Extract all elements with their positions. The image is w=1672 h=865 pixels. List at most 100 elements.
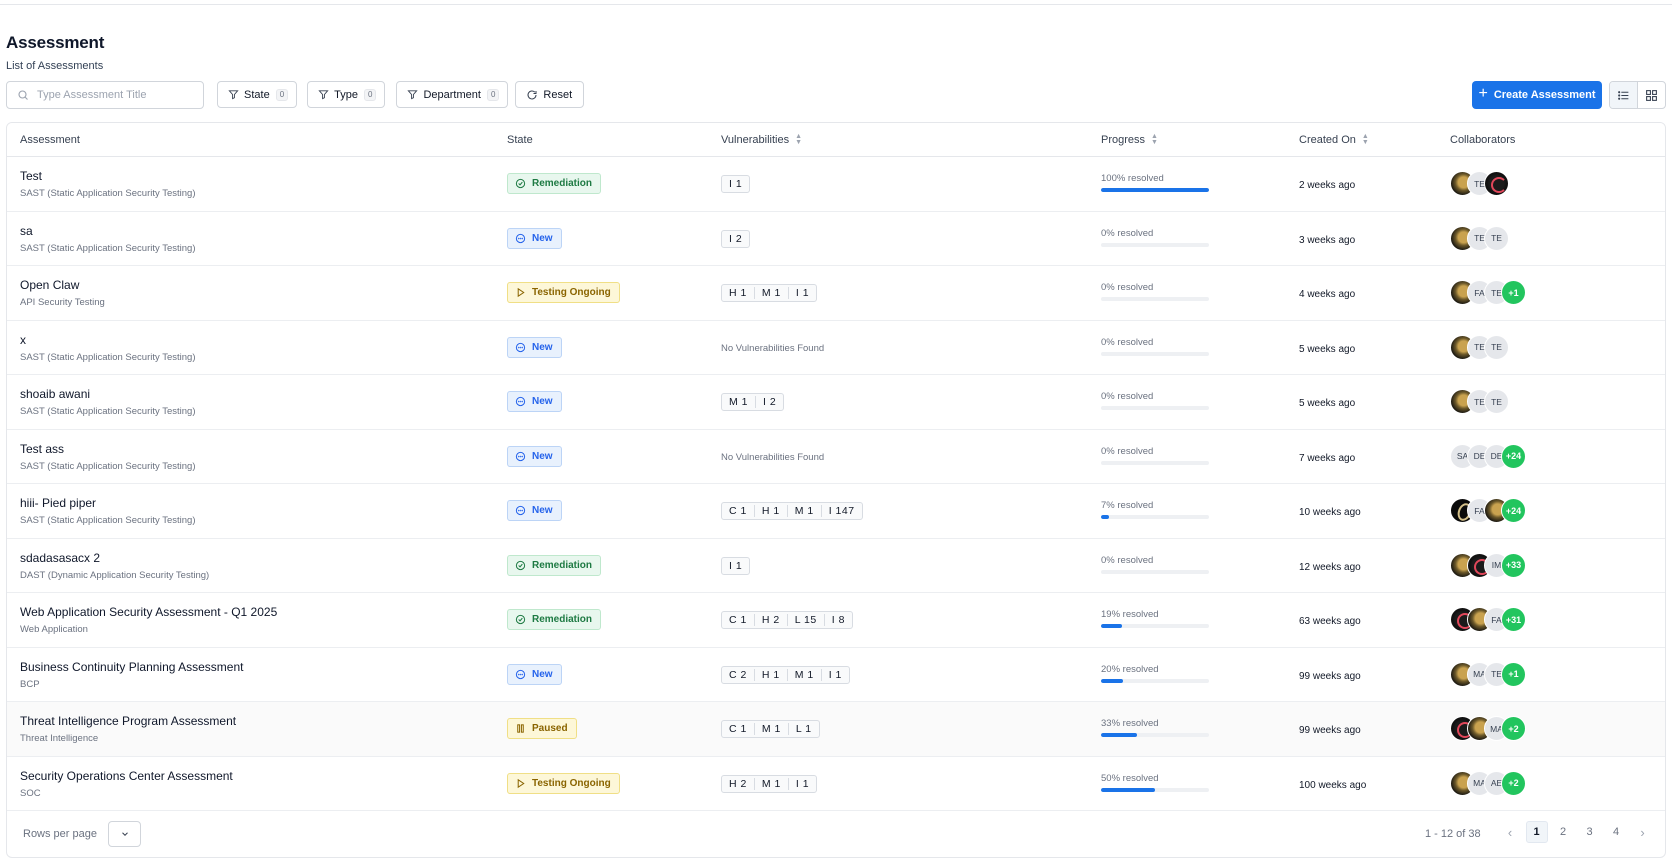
vulnerability-count: I 1 [795, 777, 810, 790]
vulnerability-count: L 15 [788, 614, 825, 626]
assessment-title[interactable]: Test [20, 169, 42, 183]
table-row[interactable]: Threat Intelligence Program Assessment Th… [7, 702, 1665, 757]
vulnerability-summary: I 2 [721, 229, 751, 248]
type-filter-button[interactable]: Type 0 [307, 81, 386, 108]
collaborators[interactable]: SA DE DE +24 [1450, 443, 1526, 470]
more-collaborators-badge: +2 [1501, 716, 1526, 741]
more-collaborators-badge: +31 [1501, 607, 1526, 632]
collaborators[interactable]: TE [1450, 171, 1509, 197]
chevron-left-icon[interactable]: ‹ [1499, 821, 1521, 843]
page-4-button[interactable]: 4 [1605, 821, 1627, 843]
department-filter-button[interactable]: Department 0 [396, 81, 509, 108]
table-row[interactable]: sa SAST (Static Application Security Test… [7, 212, 1665, 266]
page-2-button[interactable]: 2 [1552, 821, 1574, 843]
page-1-button[interactable]: 1 [1525, 821, 1548, 843]
no-vulnerabilities-text: No Vulnerabilities Found [721, 342, 825, 354]
avatar: TE [1484, 389, 1509, 414]
progress-fill [1101, 624, 1122, 628]
table-row[interactable]: Test ass SAST (Static Application Securit… [7, 430, 1665, 484]
collaborators[interactable]: TE TE [1450, 389, 1509, 415]
assessment-title[interactable]: sa [20, 224, 33, 238]
table-row[interactable]: Security Operations Center Assessment SOC… [7, 757, 1665, 811]
created-on: 5 weeks ago [1299, 343, 1356, 355]
progress: 33% resolved [1101, 718, 1211, 737]
assessment-title[interactable]: Security Operations Center Assessment [20, 769, 233, 783]
progress-bar [1101, 188, 1209, 192]
search-input[interactable] [37, 88, 197, 101]
filter-count-badge: 0 [486, 88, 500, 101]
assessment-title[interactable]: hiii- Pied piper [20, 496, 96, 510]
assessment-title[interactable]: Test ass [20, 442, 64, 456]
assessment-title[interactable]: Open Claw [20, 278, 79, 292]
progress-label: 0% resolved [1101, 554, 1154, 566]
created-on: 99 weeks ago [1299, 670, 1361, 682]
created-on: 3 weeks ago [1299, 234, 1356, 246]
assessment-title[interactable]: sdadasasacx 2 [20, 551, 100, 565]
dots-circle-icon [515, 505, 526, 516]
status-label: New [532, 668, 553, 680]
collaborators[interactable]: TE TE [1450, 334, 1509, 361]
assessment-title[interactable]: x [20, 333, 26, 347]
vulnerability-summary: C 1H 2L 15 I 8 [721, 611, 853, 629]
vulnerability-count: H 1 [722, 287, 755, 299]
column-header-created-on[interactable]: Created On ▲ ▼ [1299, 133, 1369, 146]
progress: 7% resolved [1101, 500, 1211, 519]
vulnerability-count: H 1 [755, 505, 788, 517]
grid-view-button[interactable] [1638, 82, 1665, 108]
progress: 0% resolved [1101, 391, 1211, 410]
created-on: 4 weeks ago [1299, 289, 1356, 300]
collaborators[interactable]: IM +33 [1450, 552, 1526, 579]
assessment-title[interactable]: Business Continuity Planning Assessment [20, 660, 243, 674]
collaborators[interactable]: MA AE +2 [1450, 770, 1526, 797]
table-row[interactable]: x SAST (Static Application Security Testi… [7, 321, 1665, 375]
collaborators[interactable]: FA +31 [1450, 607, 1526, 633]
filter-count-badge: 0 [275, 88, 289, 101]
list-view-button[interactable] [1610, 82, 1638, 108]
sort-icon: ▲ ▼ [1361, 133, 1369, 146]
vulnerability-count: M 1 [722, 396, 757, 408]
collaborators[interactable]: FA +24 [1450, 498, 1526, 524]
collaborators[interactable]: MA TE +1 [1450, 661, 1526, 688]
progress-bar [1101, 242, 1209, 247]
table-row[interactable]: Web Application Security Assessment - Q1… [7, 593, 1665, 648]
table-row[interactable]: Business Continuity Planning Assessment B… [7, 648, 1665, 702]
table-header: Assessment State Vulnerabilities ▲ ▼ Progr… [7, 123, 1665, 157]
vulnerability-count: C 1 [722, 614, 755, 626]
assessment-type: SAST (Static Application Security Testin… [20, 406, 196, 417]
dots-circle-icon [515, 669, 526, 679]
column-header-assessment: Assessment [20, 134, 80, 146]
table-row[interactable]: hiii- Pied piper SAST (Static Application… [7, 484, 1665, 539]
sort-icon: ▲ ▼ [795, 133, 803, 146]
table-row[interactable]: Test SAST (Static Application Security Te… [7, 157, 1665, 212]
created-on: 99 weeks ago [1299, 725, 1361, 736]
assessment-title[interactable]: shoaib awani [20, 387, 90, 401]
assessment-title[interactable]: Web Application Security Assessment - Q1… [20, 605, 277, 619]
collaborators[interactable]: FA TE +1 [1450, 280, 1526, 306]
more-collaborators-badge: +33 [1501, 552, 1526, 578]
status-badge: Remediation [507, 173, 602, 194]
assessment-type: SAST (Static Application Security Testin… [20, 515, 196, 526]
chevron-right-icon[interactable]: › [1632, 821, 1654, 843]
state-filter-button[interactable]: State 0 [217, 81, 298, 108]
play-icon [517, 287, 525, 298]
table-row[interactable]: sdadasasacx 2 DAST (Dynamic Application S… [7, 539, 1665, 593]
progress-label: 0% resolved [1101, 282, 1154, 293]
vulnerability-count: C 2 [722, 668, 755, 681]
column-header-vulnerabilities[interactable]: Vulnerabilities ▲ ▼ [721, 133, 803, 146]
rows-per-page-select[interactable] [108, 821, 141, 847]
create-assessment-button[interactable]: + Create Assessment [1472, 81, 1602, 109]
status-label: New [532, 450, 553, 462]
table-row[interactable]: shoaib awani SAST (Static Application Sec… [7, 375, 1665, 430]
page-3-button[interactable]: 3 [1579, 821, 1601, 843]
progress-label: 33% resolved [1101, 718, 1159, 729]
collaborators[interactable]: TE TE [1450, 225, 1509, 252]
column-header-progress[interactable]: Progress ▲ ▼ [1101, 133, 1158, 146]
vulnerability-count: H 1 [755, 668, 788, 681]
search-box[interactable] [6, 80, 204, 109]
assessment-title[interactable]: Threat Intelligence Program Assessment [20, 714, 236, 728]
reset-button[interactable]: Reset [515, 81, 585, 108]
table-row[interactable]: Open Claw API Security Testing Testing Ong… [7, 266, 1665, 321]
collaborators[interactable]: MA +2 [1450, 716, 1526, 742]
page-subtitle: List of Assessments [6, 60, 104, 72]
progress-bar [1101, 624, 1209, 628]
